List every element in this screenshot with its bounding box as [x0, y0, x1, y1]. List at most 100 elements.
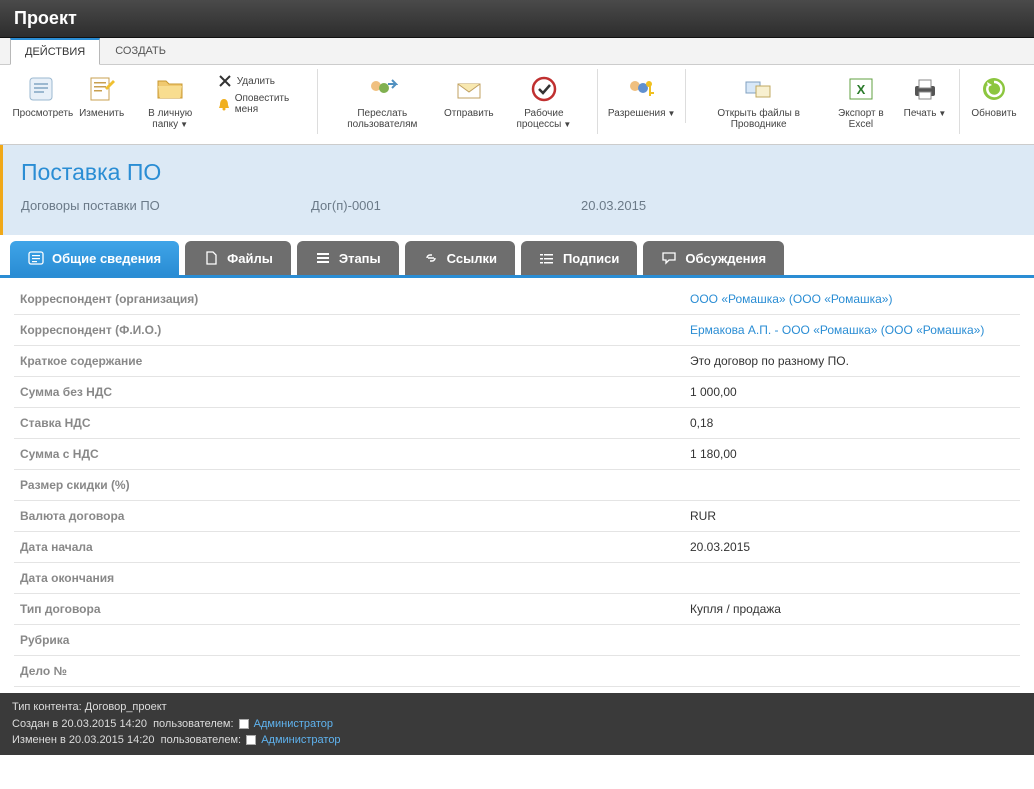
admin-link[interactable]: Администратор — [261, 734, 340, 746]
detail-value: 0,18 — [690, 416, 713, 430]
tab-signatures[interactable]: Подписи — [521, 241, 637, 275]
window-title-bar: Проект — [0, 0, 1034, 38]
detail-label: Размер скидки (%) — [20, 478, 690, 492]
window-title: Проект — [14, 8, 77, 28]
refresh-button[interactable]: Обновить — [966, 69, 1022, 123]
detail-label: Рубрика — [20, 633, 690, 647]
excel-icon: X — [845, 73, 877, 105]
detail-label: Ставка НДС — [20, 416, 690, 430]
chat-icon — [661, 250, 677, 266]
forward-button[interactable]: Переслать пользователям — [324, 69, 441, 134]
document-date: 20.03.2015 — [581, 198, 646, 213]
tab-general[interactable]: Общие сведения — [10, 241, 179, 275]
document-info-header: Поставка ПО Договоры поставки ПО Дог(п)-… — [0, 145, 1034, 235]
ribbon-small-group: Удалить Оповестить меня — [211, 69, 311, 119]
folder-icon — [154, 73, 186, 105]
detail-value: 1 180,00 — [690, 447, 737, 461]
list-icon — [315, 250, 331, 266]
tab-discussions[interactable]: Обсуждения — [643, 241, 784, 275]
users-forward-icon — [366, 73, 398, 105]
detail-row: Тип договораКупля / продажа — [14, 594, 1020, 625]
tab-files[interactable]: Файлы — [185, 241, 291, 275]
detail-row: Рубрика — [14, 625, 1020, 656]
detail-value[interactable]: Ермакова А.П. - ООО «Ромашка» (ООО «Рома… — [690, 323, 984, 337]
printer-icon — [909, 73, 941, 105]
file-icon — [203, 250, 219, 266]
svg-text:X: X — [857, 82, 866, 97]
detail-row: Корреспондент (организация)ООО «Ромашка»… — [14, 284, 1020, 315]
notify-button[interactable]: Оповестить меня — [213, 91, 309, 117]
detail-row: Валюта договораRUR — [14, 501, 1020, 532]
envelope-icon — [453, 73, 485, 105]
detail-row: Размер скидки (%) — [14, 470, 1020, 501]
delete-icon — [217, 73, 233, 89]
print-button[interactable]: Печать▼ — [897, 69, 953, 123]
key-users-icon — [626, 73, 658, 105]
detail-value[interactable]: ООО «Ромашка» (ООО «Ромашка») — [690, 292, 892, 306]
document-info-row: Договоры поставки ПО Дог(п)-0001 20.03.2… — [21, 198, 1016, 213]
ribbon-group-send: Переслать пользователям Отправить Рабочи… — [318, 69, 598, 134]
details-panel: Корреспондент (организация)ООО «Ромашка»… — [0, 278, 1034, 693]
detail-row: Дело № — [14, 656, 1020, 687]
detail-label: Сумма с НДС — [20, 447, 690, 461]
detail-label: Корреспондент (Ф.И.О.) — [20, 323, 690, 337]
detail-row: Сумма без НДС1 000,00 — [14, 377, 1020, 408]
detail-row: Сумма с НДС1 180,00 — [14, 439, 1020, 470]
tab-links[interactable]: Ссылки — [405, 241, 515, 275]
footer-created: Создан в 20.03.2015 14:20 пользователем:… — [12, 716, 1022, 733]
footer-modified: Изменен в 20.03.2015 14:20 пользователем… — [12, 732, 1022, 749]
detail-value: 1 000,00 — [690, 385, 737, 399]
signature-icon — [539, 250, 555, 266]
workflows-button[interactable]: Рабочие процессы▼ — [497, 69, 591, 134]
document-title: Поставка ПО — [21, 159, 1016, 186]
refresh-icon — [978, 73, 1010, 105]
detail-value: 20.03.2015 — [690, 540, 750, 554]
bell-icon — [217, 96, 231, 112]
explorer-icon — [743, 73, 775, 105]
detail-value: Купля / продажа — [690, 602, 781, 616]
detail-label: Сумма без НДС — [20, 385, 690, 399]
ribbon-toolbar: Просмотреть Изменить В личную папку▼ Уда… — [0, 65, 1034, 145]
document-view-icon — [27, 73, 59, 105]
personal-folder-button[interactable]: В личную папку▼ — [130, 69, 211, 134]
content-tabs: Общие сведения Файлы Этапы Ссылки Подпис… — [0, 235, 1034, 278]
detail-row: Корреспондент (Ф.И.О.)Ермакова А.П. - ОО… — [14, 315, 1020, 346]
ribbon-group-item: Просмотреть Изменить В личную папку▼ Уда… — [6, 69, 318, 134]
status-bar: Тип контента: Договор_проект Создан в 20… — [0, 693, 1034, 755]
admin-link[interactable]: Администратор — [254, 718, 333, 730]
ribbon-tabs: ДЕЙСТВИЯ СОЗДАТЬ — [0, 38, 1034, 65]
open-explorer-button[interactable]: Открыть файлы в Проводнике — [692, 69, 824, 134]
detail-label: Дата окончания — [20, 571, 690, 585]
detail-label: Краткое содержание — [20, 354, 690, 368]
link-icon — [423, 250, 439, 266]
document-number: Дог(п)-0001 — [311, 198, 581, 213]
detail-row: Ставка НДС0,18 — [14, 408, 1020, 439]
info-icon — [28, 250, 44, 266]
ribbon-tab-actions[interactable]: ДЕЙСТВИЯ — [10, 38, 100, 65]
ribbon-group-refresh: Обновить — [960, 69, 1028, 123]
detail-value: RUR — [690, 509, 716, 523]
detail-label: Дата начала — [20, 540, 690, 554]
send-button[interactable]: Отправить — [441, 69, 497, 123]
document-edit-icon — [86, 73, 118, 105]
detail-row: Краткое содержаниеЭто договор по разному… — [14, 346, 1020, 377]
export-excel-button[interactable]: X Экспорт в Excel — [825, 69, 897, 134]
detail-label: Тип договора — [20, 602, 690, 616]
permissions-button[interactable]: Разрешения▼ — [604, 69, 680, 123]
detail-label: Валюта договора — [20, 509, 690, 523]
footer-content-type: Тип контента: Договор_проект — [12, 699, 1022, 716]
delete-button[interactable]: Удалить — [213, 71, 309, 91]
detail-label: Корреспондент (организация) — [20, 292, 690, 306]
ribbon-group-export: Открыть файлы в Проводнике X Экспорт в E… — [686, 69, 960, 134]
detail-value: Это договор по разному ПО. — [690, 354, 849, 368]
edit-button[interactable]: Изменить — [74, 69, 130, 123]
workflow-icon — [528, 73, 560, 105]
ribbon-tab-create[interactable]: СОЗДАТЬ — [100, 38, 181, 64]
detail-label: Дело № — [20, 664, 690, 678]
ribbon-group-permissions: Разрешения▼ — [598, 69, 687, 123]
checkbox-icon — [246, 735, 256, 745]
tab-stages[interactable]: Этапы — [297, 241, 399, 275]
view-button[interactable]: Просмотреть — [12, 69, 74, 123]
detail-row: Дата начала20.03.2015 — [14, 532, 1020, 563]
checkbox-icon — [239, 719, 249, 729]
